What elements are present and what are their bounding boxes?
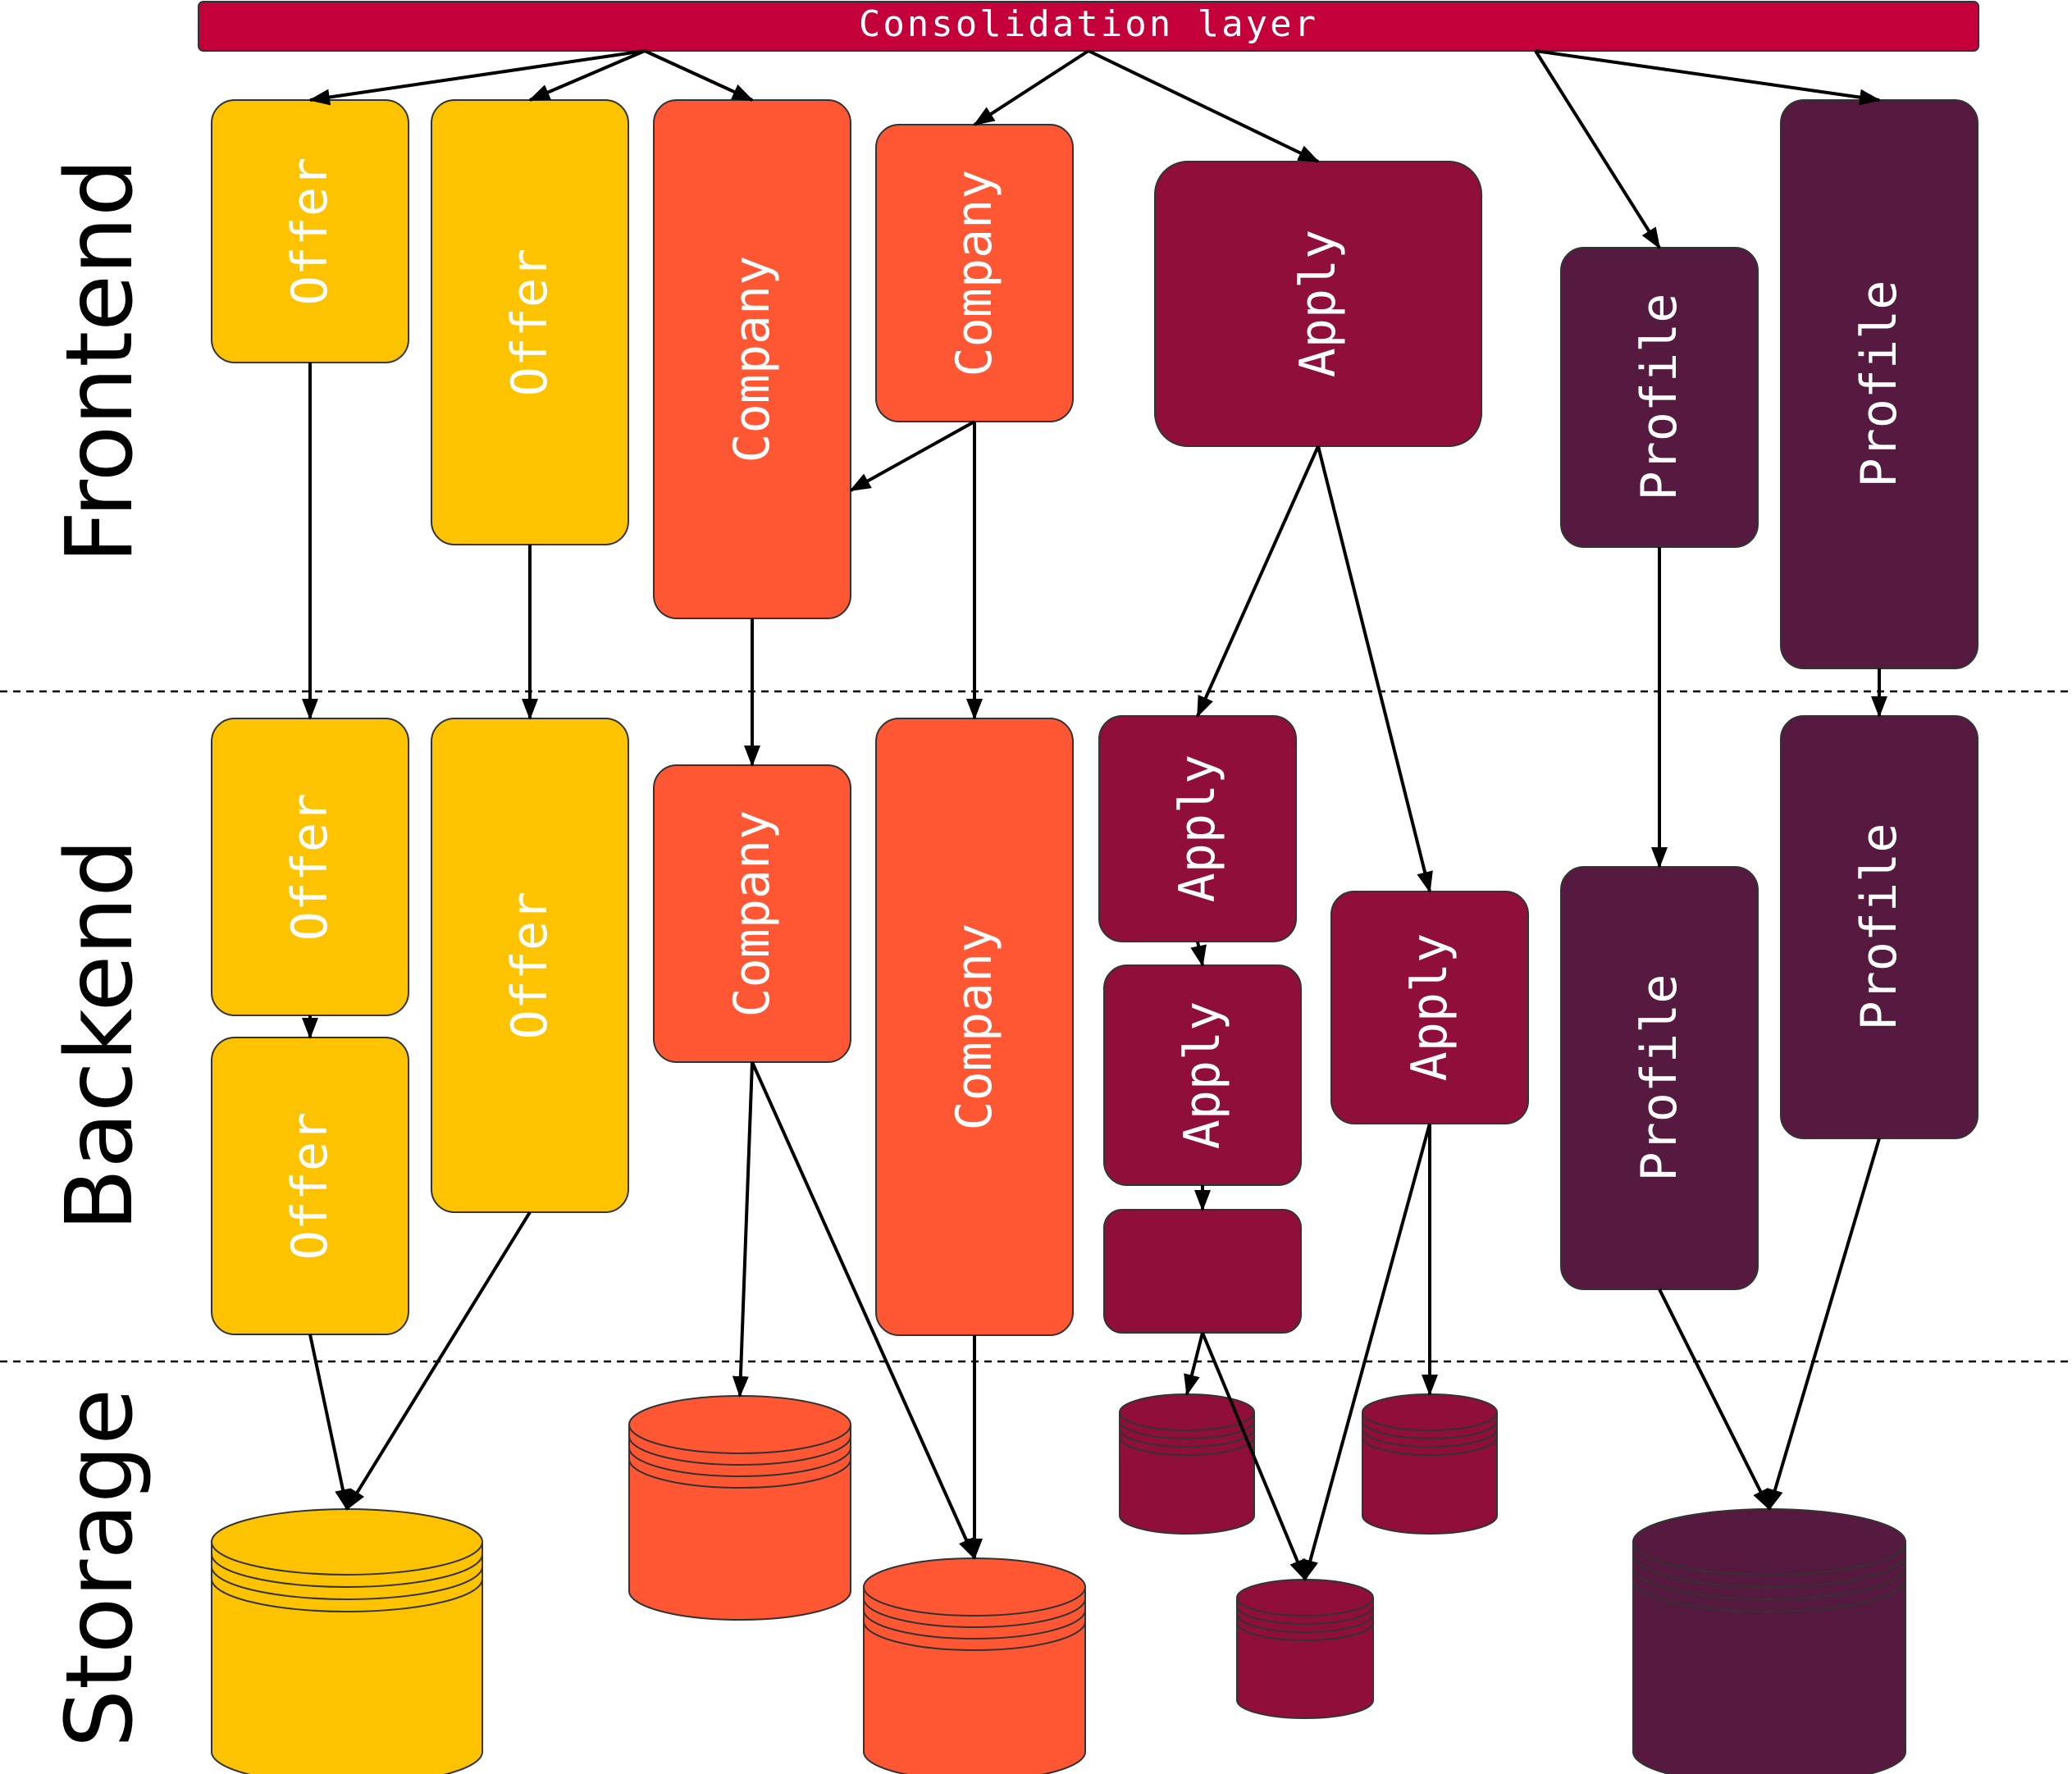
layer-label-storage: Storage [47,1389,153,1748]
component-label: Apply [1289,230,1347,378]
storage-offer-db [211,1508,483,1774]
layer-label-frontend: Frontend [47,158,153,563]
component-label: Apply [1401,933,1458,1082]
consolidation-layer-label: Consolidation layer [859,3,1318,45]
backend-apply-4: Apply [1330,891,1529,1124]
frontend-offer-2: Offer [431,99,629,545]
frontend-apply-1: Apply [1154,161,1482,447]
component-label: Offer [501,892,559,1040]
arrow [1535,49,1881,106]
storage-apply-db-1 [1119,1393,1255,1535]
arrow [973,49,1090,126]
arrow [1534,49,1661,249]
component-label: Offer [281,1112,339,1261]
backend-offer-1: Offer [211,718,409,1016]
layer-label-backend: Backend [47,839,153,1232]
backend-company-1: Company [653,764,851,1063]
storage-company-db-1 [628,1395,851,1621]
component-label: Profile [1851,823,1908,1031]
component-label: Apply [1169,755,1226,903]
architecture-diagram: Consolidation layer Frontend Backend Sto… [0,1,2072,1774]
component-label: Profile [1631,974,1688,1182]
component-label: Apply [1174,1001,1231,1150]
arrow [1658,1288,1771,1511]
arrow [1196,445,1320,718]
storage-company-db-2 [863,1557,1086,1774]
backend-company-2: Company [875,718,1074,1336]
storage-apply-db-3 [1236,1579,1374,1719]
frontend-company-1: Company [653,99,851,619]
component-label: Offer [501,249,559,397]
arrow [308,49,646,106]
consolidation-layer-bar: Consolidation layer [198,1,1979,52]
arrow [849,420,975,492]
component-label: Company [946,170,1003,377]
arrow [1317,445,1433,893]
component-label: Company [723,256,781,463]
component-label: Company [946,923,1003,1131]
storage-apply-db-2 [1362,1393,1498,1535]
backend-apply-3 [1103,1209,1302,1334]
backend-offer-3: Offer [431,718,629,1213]
frontend-profile-1: Profile [1560,247,1759,548]
arrow [644,49,754,102]
arrow [1767,1138,1881,1511]
frontend-offer-1: Offer [211,99,409,363]
arrow [1190,941,1207,967]
backend-profile-1: Profile [1560,866,1759,1290]
backend-offer-2: Offer [211,1037,409,1335]
backend-apply-1: Apply [1098,715,1297,942]
frontend-company-2: Company [875,124,1074,422]
arrow [1184,1332,1204,1396]
component-label: Offer [281,793,339,942]
component-label: Profile [1631,294,1688,501]
component-label: Offer [281,157,339,306]
arrow [732,1061,754,1398]
component-label: Profile [1851,280,1908,488]
component-label: Company [723,810,781,1018]
storage-profile-db [1632,1508,1906,1774]
arrow [1088,49,1320,163]
backend-apply-2: Apply [1103,965,1302,1186]
backend-profile-2: Profile [1780,715,1978,1139]
frontend-profile-2: Profile [1780,99,1978,669]
